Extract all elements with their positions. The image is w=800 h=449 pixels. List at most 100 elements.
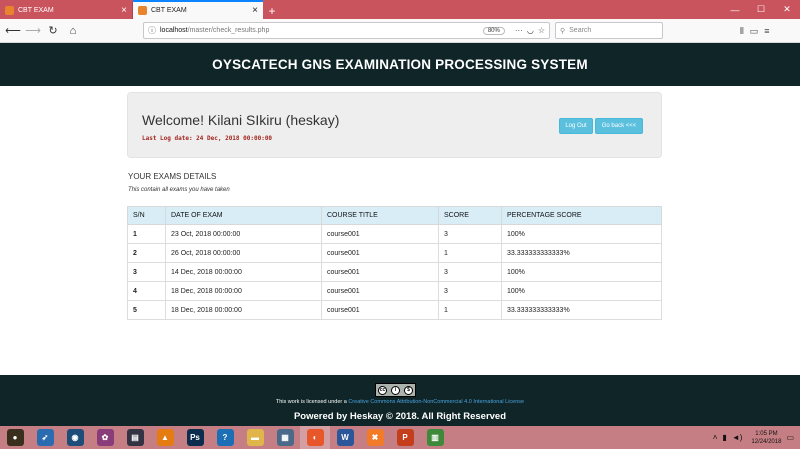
media-player-icon: ● [6, 429, 24, 446]
exams-section-subtitle: This contain all exams you have taken [128, 187, 230, 193]
clock-date: 12/24/2018 [751, 438, 782, 445]
taskbar-app[interactable]: ◐ [300, 426, 330, 449]
taskbar-app[interactable]: ? [210, 426, 240, 449]
volume-icon[interactable]: ◄) [732, 433, 743, 442]
taskbar-app[interactable]: ▦ [270, 426, 300, 449]
cell-percentage: 100% [501, 262, 662, 282]
cell-score: 3 [438, 224, 502, 244]
toolbar-right: ⫴ ▭ ≡ [740, 19, 770, 43]
taskbar-app[interactable]: ▲ [150, 426, 180, 449]
close-window-icon[interactable]: ✕ [774, 4, 800, 15]
tab-title: CBT EXAM [18, 7, 54, 14]
tab-close-icon[interactable]: × [252, 5, 258, 16]
page-actions-icon[interactable]: ··· [515, 26, 523, 35]
maximize-icon[interactable]: ☐ [748, 4, 774, 15]
reload-icon[interactable]: ↻ [43, 21, 63, 41]
browser-tab-2[interactable]: CBT EXAM × [133, 0, 263, 19]
library-icon[interactable]: ⫴ [740, 26, 744, 37]
cell-sn: 2 [127, 243, 166, 263]
taskbar-app[interactable]: ● [0, 426, 30, 449]
menu-icon[interactable]: ≡ [764, 26, 769, 36]
site-info-icon[interactable]: ⓘ [148, 25, 156, 36]
column-header: DATE OF EXAM [165, 206, 322, 225]
table-row: 3 14 Dec, 2018 00:00:00 course001 3 100% [127, 262, 662, 282]
minimize-icon[interactable]: — [722, 5, 748, 15]
go-back-button[interactable]: Go back <<< [595, 118, 643, 134]
cell-date: 18 Dec, 2018 00:00:00 [165, 300, 322, 320]
film-icon: ▤ [126, 429, 144, 446]
home-icon[interactable]: ⌂ [63, 21, 83, 41]
table-row: 1 23 Oct, 2018 00:00:00 course001 3 100% [127, 224, 662, 244]
license-link[interactable]: Creative Commons Attribution-NonCommerci… [348, 399, 524, 405]
cell-date: 26 Oct, 2018 00:00:00 [165, 243, 322, 263]
bookmark-star-icon[interactable]: ☆ [538, 26, 545, 35]
photoshop-icon: Ps [186, 429, 204, 446]
column-header: SCORE [438, 206, 502, 225]
address-bar[interactable]: ⓘ localhost/master/check_results.php 80%… [143, 22, 550, 39]
cell-score: 3 [438, 281, 502, 301]
tab-close-icon[interactable]: × [121, 5, 127, 16]
tab-favicon-icon [5, 6, 14, 15]
nc-icon: $ [404, 385, 413, 395]
cell-percentage: 100% [501, 224, 662, 244]
taskbar-app[interactable]: ▤ [120, 426, 150, 449]
table-row: 4 18 Dec, 2018 00:00:00 course001 3 100% [127, 281, 662, 301]
cell-course: course001 [321, 281, 439, 301]
cell-sn: 1 [127, 224, 166, 244]
license-notice: This work is licensed under a Creative C… [0, 399, 800, 405]
taskbar-app[interactable]: ◉ [60, 426, 90, 449]
browser-tab-1[interactable]: CBT EXAM × [0, 2, 133, 19]
sidebar-icon[interactable]: ▭ [750, 26, 759, 37]
chart-app-icon: ▥ [426, 429, 444, 446]
column-header: S/N [127, 206, 166, 225]
cell-score: 1 [438, 300, 502, 320]
new-tab-icon[interactable]: + [263, 2, 281, 19]
notifications-icon[interactable]: ▭ [786, 433, 794, 442]
browser-tab-strip: CBT EXAM × CBT EXAM × + — ☐ ✕ [0, 0, 800, 19]
zoom-level[interactable]: 80% [482, 26, 505, 35]
clock[interactable]: 1:05 PM 12/24/2018 [751, 430, 781, 446]
page-title: OYSCATECH GNS EXAMINATION PROCESSING SYS… [212, 57, 588, 72]
back-icon[interactable]: ⟵ [3, 21, 23, 41]
taskbar-app[interactable]: ✿ [90, 426, 120, 449]
rocket-icon: ➶ [36, 429, 54, 446]
exams-table: S/N DATE OF EXAM COURSE TITLE SCORE PERC… [127, 206, 662, 320]
column-header: COURSE TITLE [321, 206, 439, 225]
help-icon: ? [216, 429, 234, 446]
last-log-date: Last Log date: 24 Dec, 2018 00:00:00 [142, 135, 273, 142]
paint-icon: ✿ [96, 429, 114, 446]
taskbar-app[interactable]: Ps [180, 426, 210, 449]
taskbar-app[interactable]: ➶ [30, 426, 60, 449]
taskbar-app[interactable]: P [390, 426, 420, 449]
cell-sn: 4 [127, 281, 166, 301]
cell-date: 23 Oct, 2018 00:00:00 [165, 224, 322, 244]
search-icon: ⚲ [560, 27, 566, 35]
cell-score: 3 [438, 262, 502, 282]
cell-score: 1 [438, 243, 502, 263]
table-row: 5 18 Dec, 2018 00:00:00 course001 1 33.3… [127, 300, 662, 320]
pocket-icon[interactable]: ◡ [527, 26, 534, 35]
cell-course: course001 [321, 300, 439, 320]
taskbar-app[interactable]: ▬ [240, 426, 270, 449]
url-text[interactable]: localhost/master/check_results.php [160, 27, 483, 34]
cell-course: course001 [321, 262, 439, 282]
forward-icon[interactable]: ⟶ [23, 21, 43, 41]
welcome-panel: Welcome! Kilani SIkiru (heskay) Last Log… [127, 92, 662, 158]
cell-date: 14 Dec, 2018 00:00:00 [165, 262, 322, 282]
cell-sn: 5 [127, 300, 166, 320]
welcome-greeting: Welcome! Kilani SIkiru (heskay) [142, 112, 340, 128]
search-input[interactable]: ⚲ Search [555, 22, 663, 39]
logout-button[interactable]: Log Out [559, 118, 593, 134]
window-controls: — ☐ ✕ [722, 0, 800, 19]
taskbar-app[interactable]: W [330, 426, 360, 449]
cell-sn: 3 [127, 262, 166, 282]
cell-course: course001 [321, 243, 439, 263]
clock-time: 1:05 PM [755, 430, 778, 437]
creative-commons-badge-icon[interactable]: cc i $ [375, 383, 416, 397]
tab-title: CBT EXAM [151, 7, 187, 14]
tray-up-arrow-icon[interactable]: ˄ [713, 433, 718, 442]
table-header-row: S/N DATE OF EXAM COURSE TITLE SCORE PERC… [127, 206, 662, 225]
taskbar-app[interactable]: ✖ [360, 426, 390, 449]
network-tray-icon[interactable]: ▮ [722, 433, 726, 442]
taskbar-app[interactable]: ▥ [420, 426, 450, 449]
